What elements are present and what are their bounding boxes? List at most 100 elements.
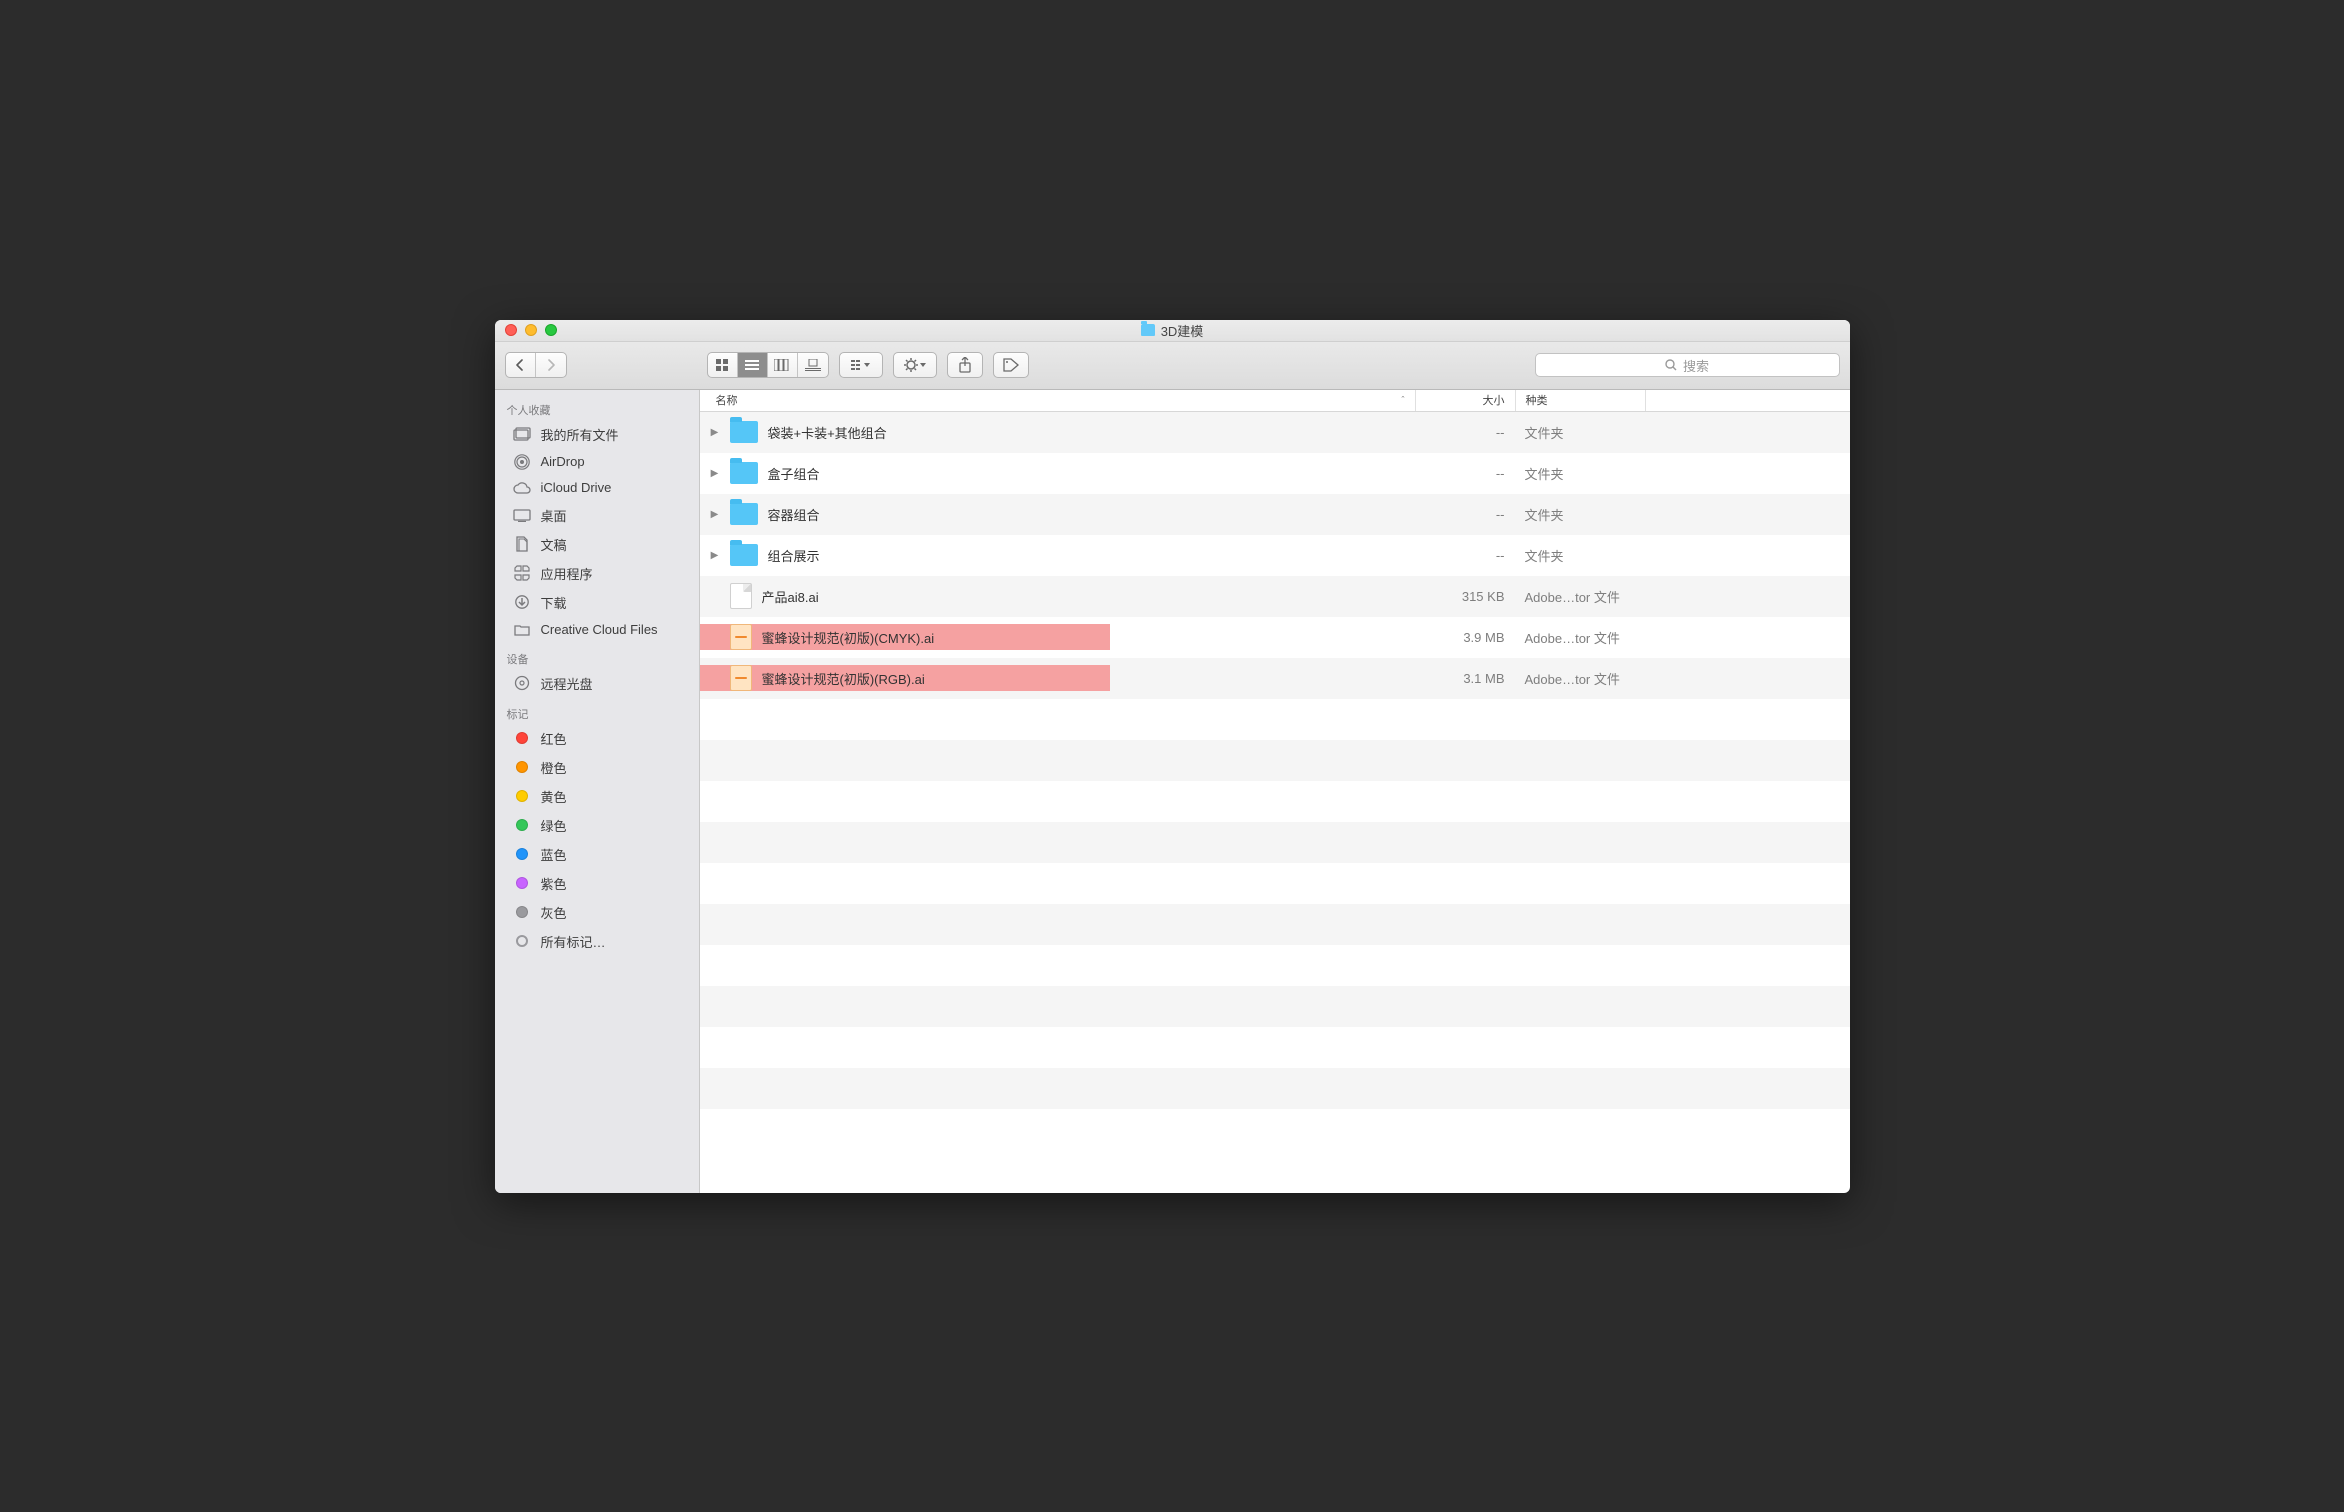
file-list: 名称 ˆ 大小 种类 ▶袋装+卡装+其他组合--文件夹▶盒子组合--文件夹▶容器… [700, 390, 1850, 1193]
cell-kind: 文件夹 [1515, 464, 1645, 483]
share-button[interactable] [948, 353, 982, 377]
sidebar-item-favorite[interactable]: 应用程序 [495, 559, 699, 588]
coverflow-view-button[interactable] [798, 353, 828, 377]
arrange-button[interactable] [840, 353, 882, 377]
sidebar-item-tag[interactable]: 黄色 [495, 782, 699, 811]
disclosure-triangle-icon[interactable]: ▶ [710, 468, 720, 479]
sidebar: 个人收藏 我的所有文件 AirDrop iCloud Drive 桌面文稿应用程序下载… [495, 390, 700, 1193]
icon-view-button[interactable] [708, 353, 738, 377]
folder-icon [730, 421, 758, 443]
cell-name: 蜜蜂设计规范(初版)(CMYK).ai [700, 624, 1415, 650]
sidebar-item-label: 灰色 [541, 903, 567, 922]
search-icon [1665, 359, 1677, 371]
column-size-header[interactable]: 大小 [1415, 390, 1515, 411]
action-button-group [893, 352, 937, 378]
column-name-label: 名称 [716, 395, 738, 407]
cell-size: -- [1415, 425, 1515, 440]
sidebar-item-label: iCloud Drive [541, 480, 612, 495]
cell-size: -- [1415, 466, 1515, 481]
folder-icon [730, 503, 758, 525]
sidebar-item-tag[interactable]: 灰色 [495, 898, 699, 927]
file-row[interactable]: 蜜蜂设计规范(初版)(RGB).ai3.1 MBAdobe…tor 文件 [700, 658, 1850, 699]
column-view-button[interactable] [768, 353, 798, 377]
column-header: 名称 ˆ 大小 种类 [700, 390, 1850, 412]
sidebar-favorites-header: 个人收藏 [495, 394, 699, 420]
file-row[interactable]: ▶ 盒子组合 --文件夹 [700, 453, 1850, 494]
file-row[interactable]: 蜜蜂设计规范(初版)(CMYK).ai3.9 MBAdobe…tor 文件 [700, 617, 1850, 658]
tag-color-icon [513, 788, 531, 804]
sidebar-item-favorite[interactable]: AirDrop [495, 449, 699, 475]
sidebar-item-favorite[interactable]: 下载 [495, 588, 699, 617]
disclosure-triangle-icon[interactable]: ▶ [710, 427, 720, 438]
empty-row [700, 986, 1850, 1027]
sidebar-item-favorite[interactable]: 桌面 [495, 501, 699, 530]
icloud-icon [513, 480, 531, 496]
tags-button[interactable] [994, 353, 1028, 377]
sidebar-item-favorite[interactable]: 文稿 [495, 530, 699, 559]
file-name: 蜜蜂设计规范(初版)(RGB).ai [762, 669, 925, 688]
window-controls [495, 324, 557, 336]
file-row[interactable]: ▶容器组合--文件夹 [700, 494, 1850, 535]
sidebar-item-label: 我的所有文件 [541, 425, 619, 444]
forward-button[interactable] [536, 353, 566, 377]
file-row[interactable]: 产品ai8.ai315 KBAdobe…tor 文件 [700, 576, 1850, 617]
sidebar-item-label: 远程光盘 [541, 674, 593, 693]
sidebar-item-tag[interactable]: 所有标记… [495, 927, 699, 956]
disclosure-triangle-icon[interactable]: ▶ [710, 509, 720, 520]
cell-size: -- [1415, 548, 1515, 563]
action-button[interactable] [894, 353, 936, 377]
empty-row [700, 1109, 1850, 1150]
applications-icon [513, 565, 531, 581]
sidebar-item-favorite[interactable]: 我的所有文件 [495, 420, 699, 449]
column-name-header[interactable]: 名称 ˆ [700, 392, 1415, 408]
sidebar-devices-header: 设备 [495, 643, 699, 669]
file-row[interactable]: ▶袋装+卡装+其他组合--文件夹 [700, 412, 1850, 453]
nav-buttons [505, 352, 567, 378]
downloads-icon [513, 594, 531, 610]
sidebar-item-label: AirDrop [541, 454, 585, 469]
file-name: 组合展示 [768, 546, 820, 565]
sidebar-item-tag[interactable]: 蓝色 [495, 840, 699, 869]
cell-kind: 文件夹 [1515, 423, 1645, 442]
sidebar-item-tag[interactable]: 绿色 [495, 811, 699, 840]
disclosure-triangle-icon[interactable]: ▶ [710, 550, 720, 561]
airdrop-icon [513, 454, 531, 470]
file-row[interactable]: ▶组合展示--文件夹 [700, 535, 1850, 576]
empty-row [700, 822, 1850, 863]
sidebar-item-tag[interactable]: 红色 [495, 724, 699, 753]
cell-name: ▶ 盒子组合 [700, 462, 1415, 484]
sidebar-item-tag[interactable]: 紫色 [495, 869, 699, 898]
cell-kind: Adobe…tor 文件 [1515, 587, 1645, 606]
tag-color-icon [513, 875, 531, 891]
folder-icon [1141, 324, 1155, 336]
minimize-window-button[interactable] [525, 324, 537, 336]
zoom-window-button[interactable] [545, 324, 557, 336]
column-extra-header[interactable] [1645, 390, 1850, 411]
empty-row [700, 945, 1850, 986]
sidebar-item-favorite[interactable]: iCloud Drive [495, 475, 699, 501]
arrange-button-group [839, 352, 883, 378]
file-name: 盒子组合 [768, 464, 820, 483]
close-window-button[interactable] [505, 324, 517, 336]
sidebar-item-tag[interactable]: 橙色 [495, 753, 699, 782]
list-view-button[interactable] [738, 353, 768, 377]
empty-row [700, 1027, 1850, 1068]
sidebar-item-label: 紫色 [541, 874, 567, 893]
window-title-text: 3D建模 [1161, 321, 1204, 340]
cell-name: 产品ai8.ai [700, 583, 1415, 609]
finder-window: 3D建模 [495, 320, 1850, 1193]
body: 个人收藏 我的所有文件 AirDrop iCloud Drive 桌面文稿应用程序下载… [495, 390, 1850, 1193]
column-kind-header[interactable]: 种类 [1515, 390, 1645, 411]
empty-row [700, 781, 1850, 822]
sidebar-item-device[interactable]: 远程光盘 [495, 669, 699, 698]
sidebar-item-label: 蓝色 [541, 845, 567, 864]
cell-size: 315 KB [1415, 589, 1515, 604]
tag-color-icon [513, 846, 531, 862]
view-buttons [707, 352, 829, 378]
sidebar-item-favorite[interactable]: Creative Cloud Files [495, 617, 699, 643]
tag-color-icon [513, 817, 531, 833]
search-field[interactable]: 搜索 [1535, 353, 1840, 377]
back-button[interactable] [506, 353, 536, 377]
sidebar-item-label: 应用程序 [541, 564, 593, 583]
rows-container: ▶袋装+卡装+其他组合--文件夹▶盒子组合--文件夹▶容器组合--文件夹▶组合展… [700, 412, 1850, 1193]
